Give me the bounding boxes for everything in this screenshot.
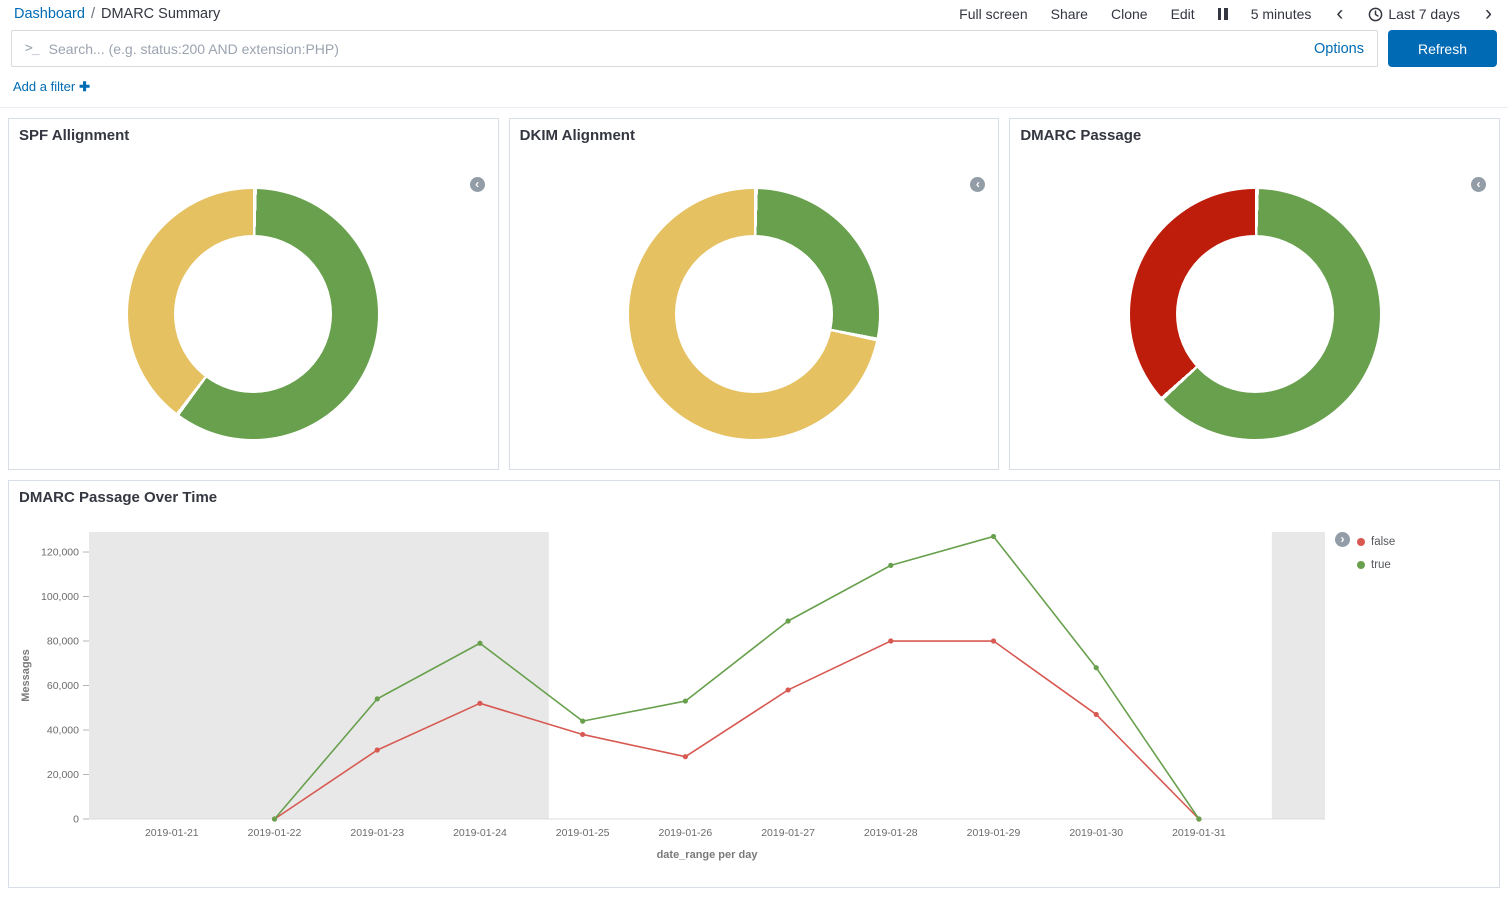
full-screen-button[interactable]: Full screen (959, 6, 1027, 22)
time-bounds-shading (1272, 532, 1325, 819)
x-tick-label: 2019-01-22 (248, 827, 302, 839)
query-prompt-icon: >_ (25, 41, 39, 56)
panel-dmarc-passage: DMARC Passage ‹ (1009, 118, 1500, 470)
x-tick-label: 2019-01-29 (967, 827, 1021, 839)
dmarc-donut-chart[interactable] (1130, 189, 1380, 439)
y-tick-label: 120,000 (41, 547, 79, 559)
legend-label: true (1371, 559, 1391, 571)
legend-label: false (1371, 536, 1395, 548)
edit-button[interactable]: Edit (1171, 6, 1195, 22)
x-tick-label: 2019-01-31 (1172, 827, 1226, 839)
clock-icon (1368, 7, 1383, 22)
series-point-false[interactable] (477, 701, 482, 706)
series-point-false[interactable] (683, 754, 688, 759)
y-tick-label: 100,000 (41, 591, 79, 603)
series-point-false[interactable] (375, 747, 380, 752)
plus-icon: ✚ (79, 79, 90, 94)
x-tick-label: 2019-01-24 (453, 827, 507, 839)
donut-hole (174, 235, 332, 393)
series-point-false[interactable] (580, 732, 585, 737)
x-tick-label: 2019-01-30 (1069, 827, 1123, 839)
line-chart-area: 0 20,000 40,000 60,000 80,000 100,000 120,000 2… (9, 514, 1499, 874)
legend-item-false[interactable]: false (1357, 536, 1499, 548)
filter-bar: Add a filter ✚ (0, 70, 1508, 108)
series-point-true[interactable] (1196, 816, 1201, 821)
legend-toggle-icon[interactable]: › (1335, 532, 1350, 547)
panel-dmarc-over-time: DMARC Passage Over Time 0 20,000 40,000 60,… (8, 480, 1500, 888)
series-point-true[interactable] (1094, 665, 1099, 670)
panel-title: SPF Allignment (9, 119, 498, 152)
y-tick-label: 0 (73, 814, 79, 826)
share-button[interactable]: Share (1051, 6, 1088, 22)
chart-legend-items: false true (1357, 536, 1499, 571)
breadcrumb-separator: / (91, 6, 95, 22)
panel-dkim-alignment: DKIM Alignment ‹ (509, 118, 1000, 470)
breadcrumb-dashboard-link[interactable]: Dashboard (14, 6, 85, 22)
series-point-true[interactable] (272, 816, 277, 821)
legend-item-true[interactable]: true (1357, 559, 1499, 571)
legend-toggle-icon[interactable]: ‹ (970, 177, 985, 192)
y-tick-label: 40,000 (47, 725, 79, 737)
query-options-link[interactable]: Options (1314, 41, 1364, 57)
time-forward-chevron-icon[interactable]: › (1483, 7, 1494, 21)
panel-title: DMARC Passage (1010, 119, 1499, 152)
time-bounds-shading (89, 532, 549, 819)
panel-title: DKIM Alignment (510, 119, 999, 152)
breadcrumb: Dashboard / DMARC Summary (14, 6, 220, 22)
add-filter-link[interactable]: Add a filter (13, 79, 75, 94)
top-bar: Dashboard / DMARC Summary Full screen Sh… (0, 0, 1508, 26)
top-menu: Full screen Share Clone Edit 5 minutes ‹… (959, 6, 1494, 22)
legend-toggle-icon[interactable]: ‹ (470, 177, 485, 192)
page-title: DMARC Summary (101, 6, 220, 22)
dkim-donut-chart[interactable] (629, 189, 879, 439)
series-point-false[interactable] (785, 687, 790, 692)
search-input[interactable] (49, 41, 1304, 57)
x-tick-label: 2019-01-21 (145, 827, 199, 839)
dashboard: SPF Allignment ‹ DKIM Alignment ‹ DMARC … (0, 108, 1508, 888)
series-point-false[interactable] (991, 638, 996, 643)
spf-donut-chart[interactable] (128, 189, 378, 439)
x-tick-label: 2019-01-28 (864, 827, 918, 839)
y-axis-title: Messages (20, 649, 32, 702)
refresh-button[interactable]: Refresh (1388, 30, 1497, 67)
series-point-true[interactable] (888, 563, 893, 568)
pie-panel-row: SPF Allignment ‹ DKIM Alignment ‹ DMARC … (8, 118, 1500, 470)
pause-icon[interactable] (1218, 8, 1228, 20)
refresh-interval-button[interactable]: 5 minutes (1251, 6, 1312, 22)
series-point-true[interactable] (477, 641, 482, 646)
y-tick-label: 20,000 (47, 769, 79, 781)
x-tick-label: 2019-01-23 (350, 827, 404, 839)
donut-hole (675, 235, 833, 393)
series-point-true[interactable] (375, 696, 380, 701)
chart-legend: › false true (1333, 524, 1499, 874)
donut-hole (1176, 235, 1334, 393)
y-tick-label: 80,000 (47, 636, 79, 648)
panel-spf-alignment: SPF Allignment ‹ (8, 118, 499, 470)
series-point-true[interactable] (991, 534, 996, 539)
legend-toggle-icon[interactable]: ‹ (1471, 177, 1486, 192)
time-range-picker[interactable]: Last 7 days (1368, 6, 1460, 22)
clone-button[interactable]: Clone (1111, 6, 1148, 22)
x-axis-title: date_range per day (657, 849, 759, 861)
y-tick-label: 60,000 (47, 680, 79, 692)
line-chart[interactable]: 0 20,000 40,000 60,000 80,000 100,000 120,000 2… (13, 524, 1333, 869)
series-point-false[interactable] (1094, 712, 1099, 717)
x-tick-label: 2019-01-25 (556, 827, 610, 839)
series-point-true[interactable] (785, 618, 790, 623)
time-range-label: Last 7 days (1388, 6, 1460, 22)
time-back-chevron-icon[interactable]: ‹ (1334, 7, 1345, 21)
panel-title: DMARC Passage Over Time (9, 481, 1499, 514)
series-point-false[interactable] (888, 638, 893, 643)
legend-dot-icon (1357, 561, 1365, 569)
x-tick-label: 2019-01-27 (761, 827, 815, 839)
legend-dot-icon (1357, 538, 1365, 546)
search-box: >_ Options (11, 30, 1378, 67)
series-point-true[interactable] (580, 719, 585, 724)
query-bar: >_ Options Refresh (0, 26, 1508, 70)
series-point-true[interactable] (683, 698, 688, 703)
x-tick-label: 2019-01-26 (659, 827, 713, 839)
